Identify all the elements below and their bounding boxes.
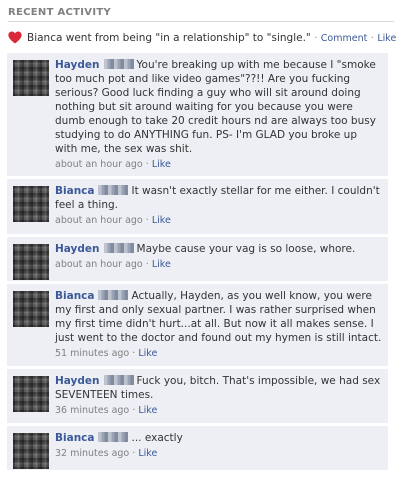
separator-dot: ·: [132, 448, 136, 459]
comment-meta: 51 minutes ago · Like: [55, 346, 382, 361]
comment-timestamp: about an hour ago: [55, 259, 143, 270]
comment-timestamp: 51 minutes ago: [55, 348, 130, 359]
separator-dot: ·: [370, 32, 375, 44]
comment-body: Bianca ... exactly 32 minutes ago · Like: [55, 426, 388, 467]
comment-body: Hayden Maybe cause your vag is so loose, …: [55, 237, 388, 278]
comment-author[interactable]: Hayden: [55, 59, 100, 71]
comment-text: ... exactly: [131, 432, 183, 444]
comment-author[interactable]: Hayden: [55, 243, 100, 255]
comment-thread: Hayden You're breaking up with me because…: [7, 53, 388, 473]
comment-like-link[interactable]: Like: [152, 215, 171, 226]
comment-body: Bianca Actually, Hayden, as you well know…: [55, 284, 388, 367]
separator-dot: ·: [145, 259, 149, 270]
redacted-name: [98, 290, 129, 300]
comment-body: Hayden Fuck you, bitch. That's impossible…: [55, 369, 388, 424]
separator-dot: ·: [314, 32, 318, 44]
activity-story: Bianca went from being "in a relationshi…: [8, 30, 398, 48]
like-link[interactable]: Like: [377, 33, 396, 44]
redacted-name: [98, 432, 129, 442]
comment-item: Hayden You're breaking up with me because…: [7, 53, 388, 177]
comment-like-link[interactable]: Like: [138, 448, 157, 459]
redacted-name: [103, 243, 134, 253]
comment-timestamp: about an hour ago: [55, 215, 143, 226]
avatar[interactable]: [13, 433, 49, 469]
comment-like-link[interactable]: Like: [152, 259, 171, 270]
comment-body: Hayden You're breaking up with me because…: [55, 53, 388, 178]
comment-item: Hayden Fuck you, bitch. That's impossible…: [7, 369, 388, 424]
comment-timestamp: 36 minutes ago: [55, 405, 130, 416]
comment-timestamp: about an hour ago: [55, 159, 143, 170]
avatar[interactable]: [13, 244, 49, 280]
divider: [8, 21, 394, 22]
comment-text: You're breaking up with me because I "sm…: [55, 59, 376, 155]
comment-author[interactable]: Bianca: [55, 185, 94, 197]
comment-author[interactable]: Hayden: [55, 375, 100, 387]
comment-item: Hayden Maybe cause your vag is so loose, …: [7, 237, 388, 282]
separator-dot: ·: [145, 159, 149, 170]
comment-item: Bianca It wasn't exactly stellar for me e…: [7, 179, 388, 235]
redacted-name: [103, 59, 134, 69]
comment-item: Bianca Actually, Hayden, as you well know…: [7, 284, 388, 367]
comment-meta: 32 minutes ago · Like: [55, 446, 382, 461]
comment-link[interactable]: Comment: [321, 33, 368, 44]
avatar[interactable]: [13, 186, 49, 222]
heart-icon: [8, 31, 22, 44]
avatar[interactable]: [13, 376, 49, 412]
story-text: Bianca went from being "in a relationshi…: [27, 32, 311, 44]
redacted-name: [103, 375, 134, 385]
comment-like-link[interactable]: Like: [138, 348, 157, 359]
separator-dot: ·: [132, 405, 136, 416]
comment-meta: 36 minutes ago · Like: [55, 403, 382, 418]
redacted-name: [98, 185, 129, 195]
section-title: RECENT ACTIVITY: [8, 7, 112, 18]
comment-text: Maybe cause your vag is so loose, whore.: [136, 243, 356, 255]
comment-meta: about an hour ago · Like: [55, 157, 382, 172]
comment-timestamp: 32 minutes ago: [55, 448, 130, 459]
separator-dot: ·: [132, 348, 136, 359]
comment-meta: about an hour ago · Like: [55, 213, 382, 228]
activity-panel: RECENT ACTIVITY Bianca went from being "…: [0, 0, 400, 489]
comment-meta: about an hour ago · Like: [55, 257, 382, 272]
comment-author[interactable]: Bianca: [55, 432, 94, 444]
comment-author[interactable]: Bianca: [55, 290, 94, 302]
comment-item: Bianca ... exactly 32 minutes ago · Like: [7, 426, 388, 471]
comment-like-link[interactable]: Like: [138, 405, 157, 416]
comment-like-link[interactable]: Like: [152, 159, 171, 170]
avatar[interactable]: [13, 291, 49, 327]
separator-dot: ·: [145, 215, 149, 226]
avatar[interactable]: [13, 60, 49, 96]
comment-body: Bianca It wasn't exactly stellar for me e…: [55, 179, 388, 234]
